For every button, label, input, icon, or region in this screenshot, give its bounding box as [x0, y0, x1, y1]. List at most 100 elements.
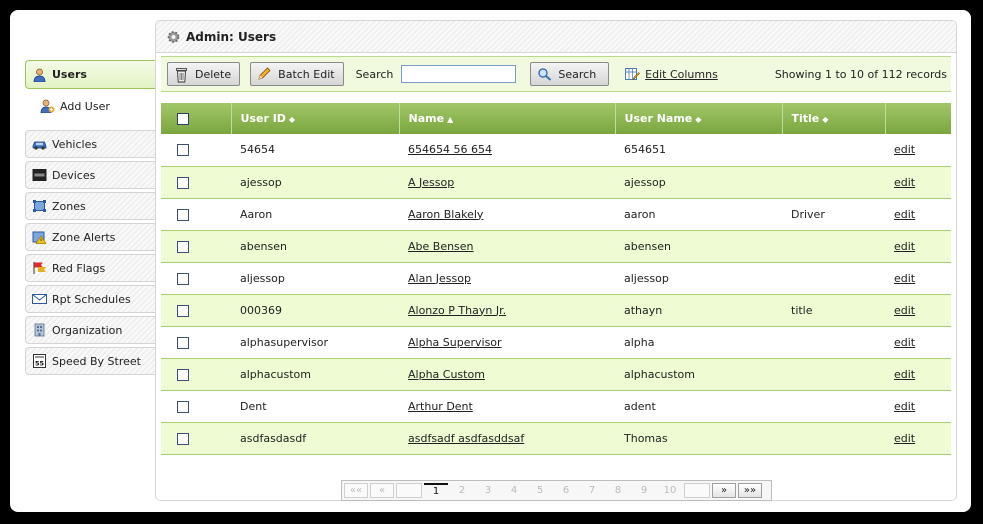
user-name-link[interactable]: asdfsadf asdfasddsaf [408, 432, 524, 445]
column-label: Title [791, 112, 820, 125]
column-header-user-name[interactable]: User Name ◆ [615, 103, 783, 134]
user-name-link[interactable]: A Jessop [408, 176, 454, 189]
sidebar-item-vehicles[interactable]: Vehicles [25, 130, 155, 158]
user-name-link[interactable]: Aaron Blakely [408, 208, 483, 221]
page-6-button[interactable]: 6 [554, 483, 578, 498]
app-window: Users Add User Vehicles Devices Zones Zo… [10, 10, 971, 512]
user-id-cell: alphacustom [231, 358, 399, 391]
page-3-button[interactable]: 3 [476, 483, 500, 498]
mail-icon [32, 292, 47, 306]
search-input[interactable] [401, 65, 517, 83]
title-cell [782, 134, 885, 167]
page-7-button[interactable]: 7 [580, 483, 604, 498]
select-all-checkbox[interactable] [177, 113, 189, 125]
batch-edit-button[interactable]: Batch Edit [250, 62, 344, 86]
edit-link[interactable]: edit [894, 208, 915, 221]
search-icon [537, 67, 552, 81]
sidebar-item-add-user[interactable]: Add User [25, 92, 155, 120]
sidebar-item-rpt-schedules[interactable]: Rpt Schedules [25, 285, 155, 313]
column-header-title[interactable]: Title ◆ [782, 103, 886, 134]
user-name-link[interactable]: Alpha Supervisor [408, 336, 502, 349]
edit-link[interactable]: edit [894, 176, 915, 189]
user-name-link[interactable]: Alonzo P Thayn Jr. [408, 304, 506, 317]
first-page-button[interactable]: «« [344, 483, 368, 498]
page-8-button[interactable]: 8 [606, 483, 630, 498]
row-checkbox[interactable] [177, 208, 189, 221]
name-cell: asdfsadf asdfasddsaf [399, 422, 615, 455]
sidebar-item-label: Organization [52, 323, 123, 337]
edit-link[interactable]: edit [894, 240, 915, 253]
row-checkbox[interactable] [177, 272, 189, 285]
building-icon [32, 323, 47, 337]
row-select-cell [161, 230, 231, 263]
edit-link[interactable]: edit [894, 400, 915, 413]
sidebar-item-devices[interactable]: Devices [25, 161, 155, 189]
sidebar-item-label: Users [52, 68, 87, 81]
edit-link[interactable]: edit [894, 368, 915, 381]
row-checkbox[interactable] [177, 400, 189, 413]
pager-spacer [396, 483, 422, 498]
username-cell: aljessop [615, 262, 782, 295]
row-select-cell [161, 262, 231, 295]
next-page-button[interactable]: » [712, 483, 736, 498]
panel-header: Admin: Users [156, 21, 956, 53]
page-5-button[interactable]: 5 [528, 483, 552, 498]
column-header-name[interactable]: Name ▲ [399, 103, 616, 134]
row-checkbox[interactable] [177, 432, 189, 445]
sort-ascending-icon: ▲ [447, 115, 454, 124]
edit-link[interactable]: edit [894, 143, 915, 156]
gear-icon [166, 30, 181, 44]
row-checkbox[interactable] [177, 240, 189, 253]
table-row: alphasupervisor Alpha Supervisor alpha e… [161, 326, 951, 359]
actions-cell: edit [885, 358, 951, 391]
row-checkbox[interactable] [177, 368, 189, 381]
column-label: Name [408, 112, 445, 125]
user-name-link[interactable]: Arthur Dent [408, 400, 473, 413]
table-row: asdfasdasdf asdfsadf asdfasddsaf Thomas … [161, 422, 951, 455]
row-checkbox[interactable] [177, 144, 189, 157]
row-checkbox[interactable] [177, 176, 189, 189]
users-panel: Admin: Users Delete Batch Edit Search Se… [155, 20, 957, 501]
user-name-link[interactable]: Alpha Custom [408, 368, 485, 381]
search-button[interactable]: Search [530, 62, 610, 86]
row-checkbox[interactable] [177, 304, 189, 317]
edit-columns-label[interactable]: Edit Columns [645, 68, 718, 81]
table-row: ajessop A Jessop ajessop edit [161, 166, 951, 199]
page-1-button[interactable]: 1 [424, 483, 448, 498]
sidebar-item-organization[interactable]: Organization [25, 316, 155, 344]
column-header-user-id[interactable]: User ID ◆ [231, 103, 400, 134]
name-cell: Alpha Custom [399, 358, 615, 391]
edit-link[interactable]: edit [894, 432, 915, 445]
page-10-button[interactable]: 10 [658, 483, 682, 498]
edit-link[interactable]: edit [894, 304, 915, 317]
zones-icon [32, 199, 47, 213]
speed-sign-icon: 55 [32, 354, 47, 368]
user-id-cell: asdfasdasdf [231, 422, 399, 455]
user-name-link[interactable]: Alan Jessop [408, 272, 471, 285]
sidebar-item-red-flags[interactable]: Red Flags [25, 254, 155, 282]
prev-page-button[interactable]: « [370, 483, 394, 498]
page-2-button[interactable]: 2 [450, 483, 474, 498]
delete-button[interactable]: Delete [167, 62, 241, 86]
batch-edit-button-label: Batch Edit [278, 67, 335, 81]
sidebar: Users Add User Vehicles Devices Zones Zo… [25, 60, 155, 378]
row-checkbox[interactable] [177, 336, 189, 349]
user-name-link[interactable]: Abe Bensen [408, 240, 474, 253]
pager-spacer [684, 483, 710, 498]
sidebar-item-users[interactable]: Users [25, 60, 155, 89]
sidebar-item-zones[interactable]: Zones [25, 192, 155, 220]
edit-link[interactable]: edit [894, 336, 915, 349]
sidebar-item-speed-by-street[interactable]: 55 Speed By Street [25, 347, 155, 375]
last-page-button[interactable]: »» [738, 483, 762, 498]
user-name-link[interactable]: 654654 56 654 [408, 143, 492, 156]
page-4-button[interactable]: 4 [502, 483, 526, 498]
sidebar-item-label: Vehicles [52, 137, 98, 151]
edit-columns-link[interactable]: Edit Columns [625, 67, 718, 81]
actions-cell: edit [885, 422, 951, 455]
sidebar-item-zone-alerts[interactable]: Zone Alerts [25, 223, 155, 251]
edit-link[interactable]: edit [894, 272, 915, 285]
actions-cell: edit [885, 294, 951, 327]
select-all-cell [161, 103, 232, 134]
name-cell: Alan Jessop [399, 262, 615, 295]
page-9-button[interactable]: 9 [632, 483, 656, 498]
